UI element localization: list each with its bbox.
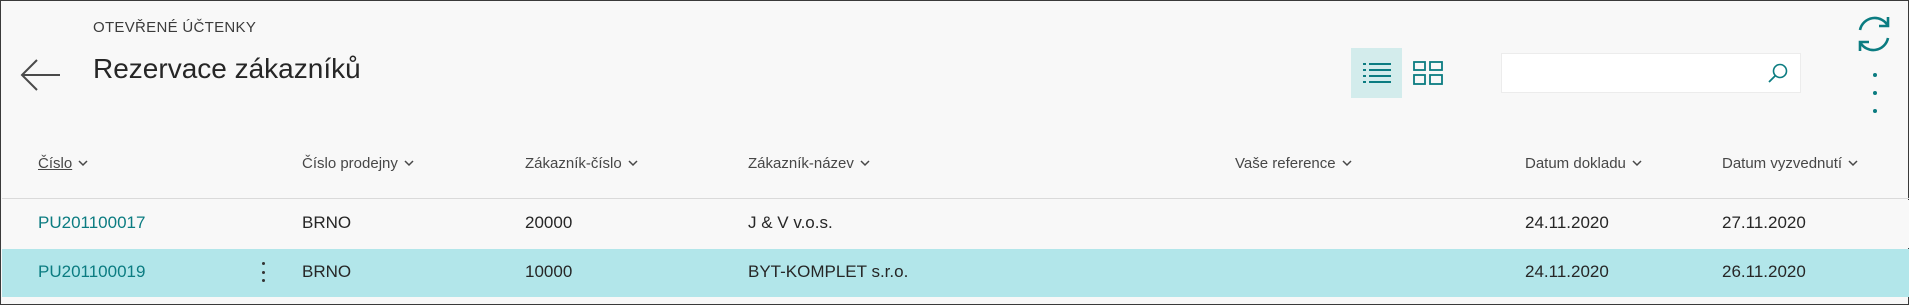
- column-header-label: Zákazník-číslo: [525, 154, 622, 172]
- column-header-datum-vyzvednuti[interactable]: Datum vyzvednutí: [1722, 153, 1858, 173]
- search-input[interactable]: [1502, 54, 1762, 92]
- row-actions-button[interactable]: [259, 260, 267, 284]
- back-button[interactable]: [19, 53, 63, 97]
- chevron-down-icon: [78, 160, 88, 167]
- more-vertical-icon: [261, 270, 265, 274]
- chevron-down-icon: [860, 160, 870, 167]
- more-options-button[interactable]: [1865, 71, 1885, 115]
- column-header-label: Datum vyzvednutí: [1722, 154, 1843, 172]
- search-icon[interactable]: [1766, 62, 1790, 86]
- more-vertical-icon: [1873, 109, 1877, 113]
- chevron-down-icon: [1848, 160, 1858, 167]
- page-title: Rezervace zákazníků: [93, 53, 361, 84]
- table-row-selected[interactable]: PU201100019 BRNO 10000 BYT-KOMPLET s.r.o…: [2, 249, 1909, 297]
- page-frame: OTEVŘENÉ ÚČTENKY Rezervace zákazníků Čís…: [0, 0, 1909, 305]
- store-number-cell: BRNO: [302, 213, 352, 232]
- more-vertical-icon: [1873, 73, 1877, 77]
- tile-view-button[interactable]: [1402, 48, 1453, 98]
- column-header-label: Zákazník-název: [748, 154, 854, 172]
- page-caption: OTEVŘENÉ ÚČTENKY: [93, 19, 257, 36]
- refresh-icon[interactable]: [1853, 13, 1895, 55]
- column-header-cislo[interactable]: Číslo: [38, 153, 88, 173]
- list-view-icon: [1362, 63, 1391, 83]
- arrow-left-icon: [20, 59, 60, 91]
- more-vertical-icon: [1873, 91, 1877, 95]
- store-number-cell: BRNO: [302, 262, 352, 281]
- column-header-label: Číslo prodejny: [302, 154, 398, 172]
- document-number-link[interactable]: PU201100017: [38, 213, 145, 233]
- column-header-label: Vaše reference: [1235, 154, 1336, 172]
- document-date-cell: 24.11.2020: [1525, 262, 1609, 281]
- column-header-cislo-prodejny[interactable]: Číslo prodejny: [302, 153, 414, 173]
- column-header-vase-reference[interactable]: Vaše reference: [1235, 153, 1352, 173]
- chevron-down-icon: [1632, 160, 1642, 167]
- pickup-date-cell: 26.11.2020: [1722, 262, 1806, 281]
- customer-number-cell: 10000: [525, 262, 573, 281]
- list-view-button[interactable]: [1351, 48, 1402, 98]
- more-vertical-icon: [261, 262, 265, 265]
- tile-view-icon: [1412, 61, 1443, 85]
- header-divider: [2, 198, 1909, 199]
- chevron-down-icon: [1342, 160, 1352, 167]
- customer-name-cell: BYT-KOMPLET s.r.o.: [748, 262, 909, 281]
- customer-name-cell: J & V v.o.s.: [748, 213, 833, 232]
- chevron-down-icon: [628, 160, 638, 167]
- customer-number-cell: 20000: [525, 213, 573, 232]
- pickup-date-cell: 27.11.2020: [1722, 213, 1806, 232]
- chevron-down-icon: [404, 160, 414, 167]
- column-header-zakaznik-nazev[interactable]: Zákazník-název: [748, 153, 870, 173]
- column-header-label: Datum dokladu: [1525, 154, 1626, 172]
- column-header-zakaznik-cislo[interactable]: Zákazník-číslo: [525, 153, 638, 173]
- column-header-label: Číslo: [38, 154, 73, 172]
- table-row[interactable]: PU201100017 BRNO 20000 J & V v.o.s. 24.1…: [2, 200, 1909, 248]
- search-box[interactable]: [1501, 53, 1801, 93]
- more-vertical-icon: [261, 279, 265, 282]
- document-date-cell: 24.11.2020: [1525, 213, 1609, 232]
- column-header-datum-dokladu[interactable]: Datum dokladu: [1525, 153, 1642, 173]
- document-number-link[interactable]: PU201100019: [38, 262, 145, 282]
